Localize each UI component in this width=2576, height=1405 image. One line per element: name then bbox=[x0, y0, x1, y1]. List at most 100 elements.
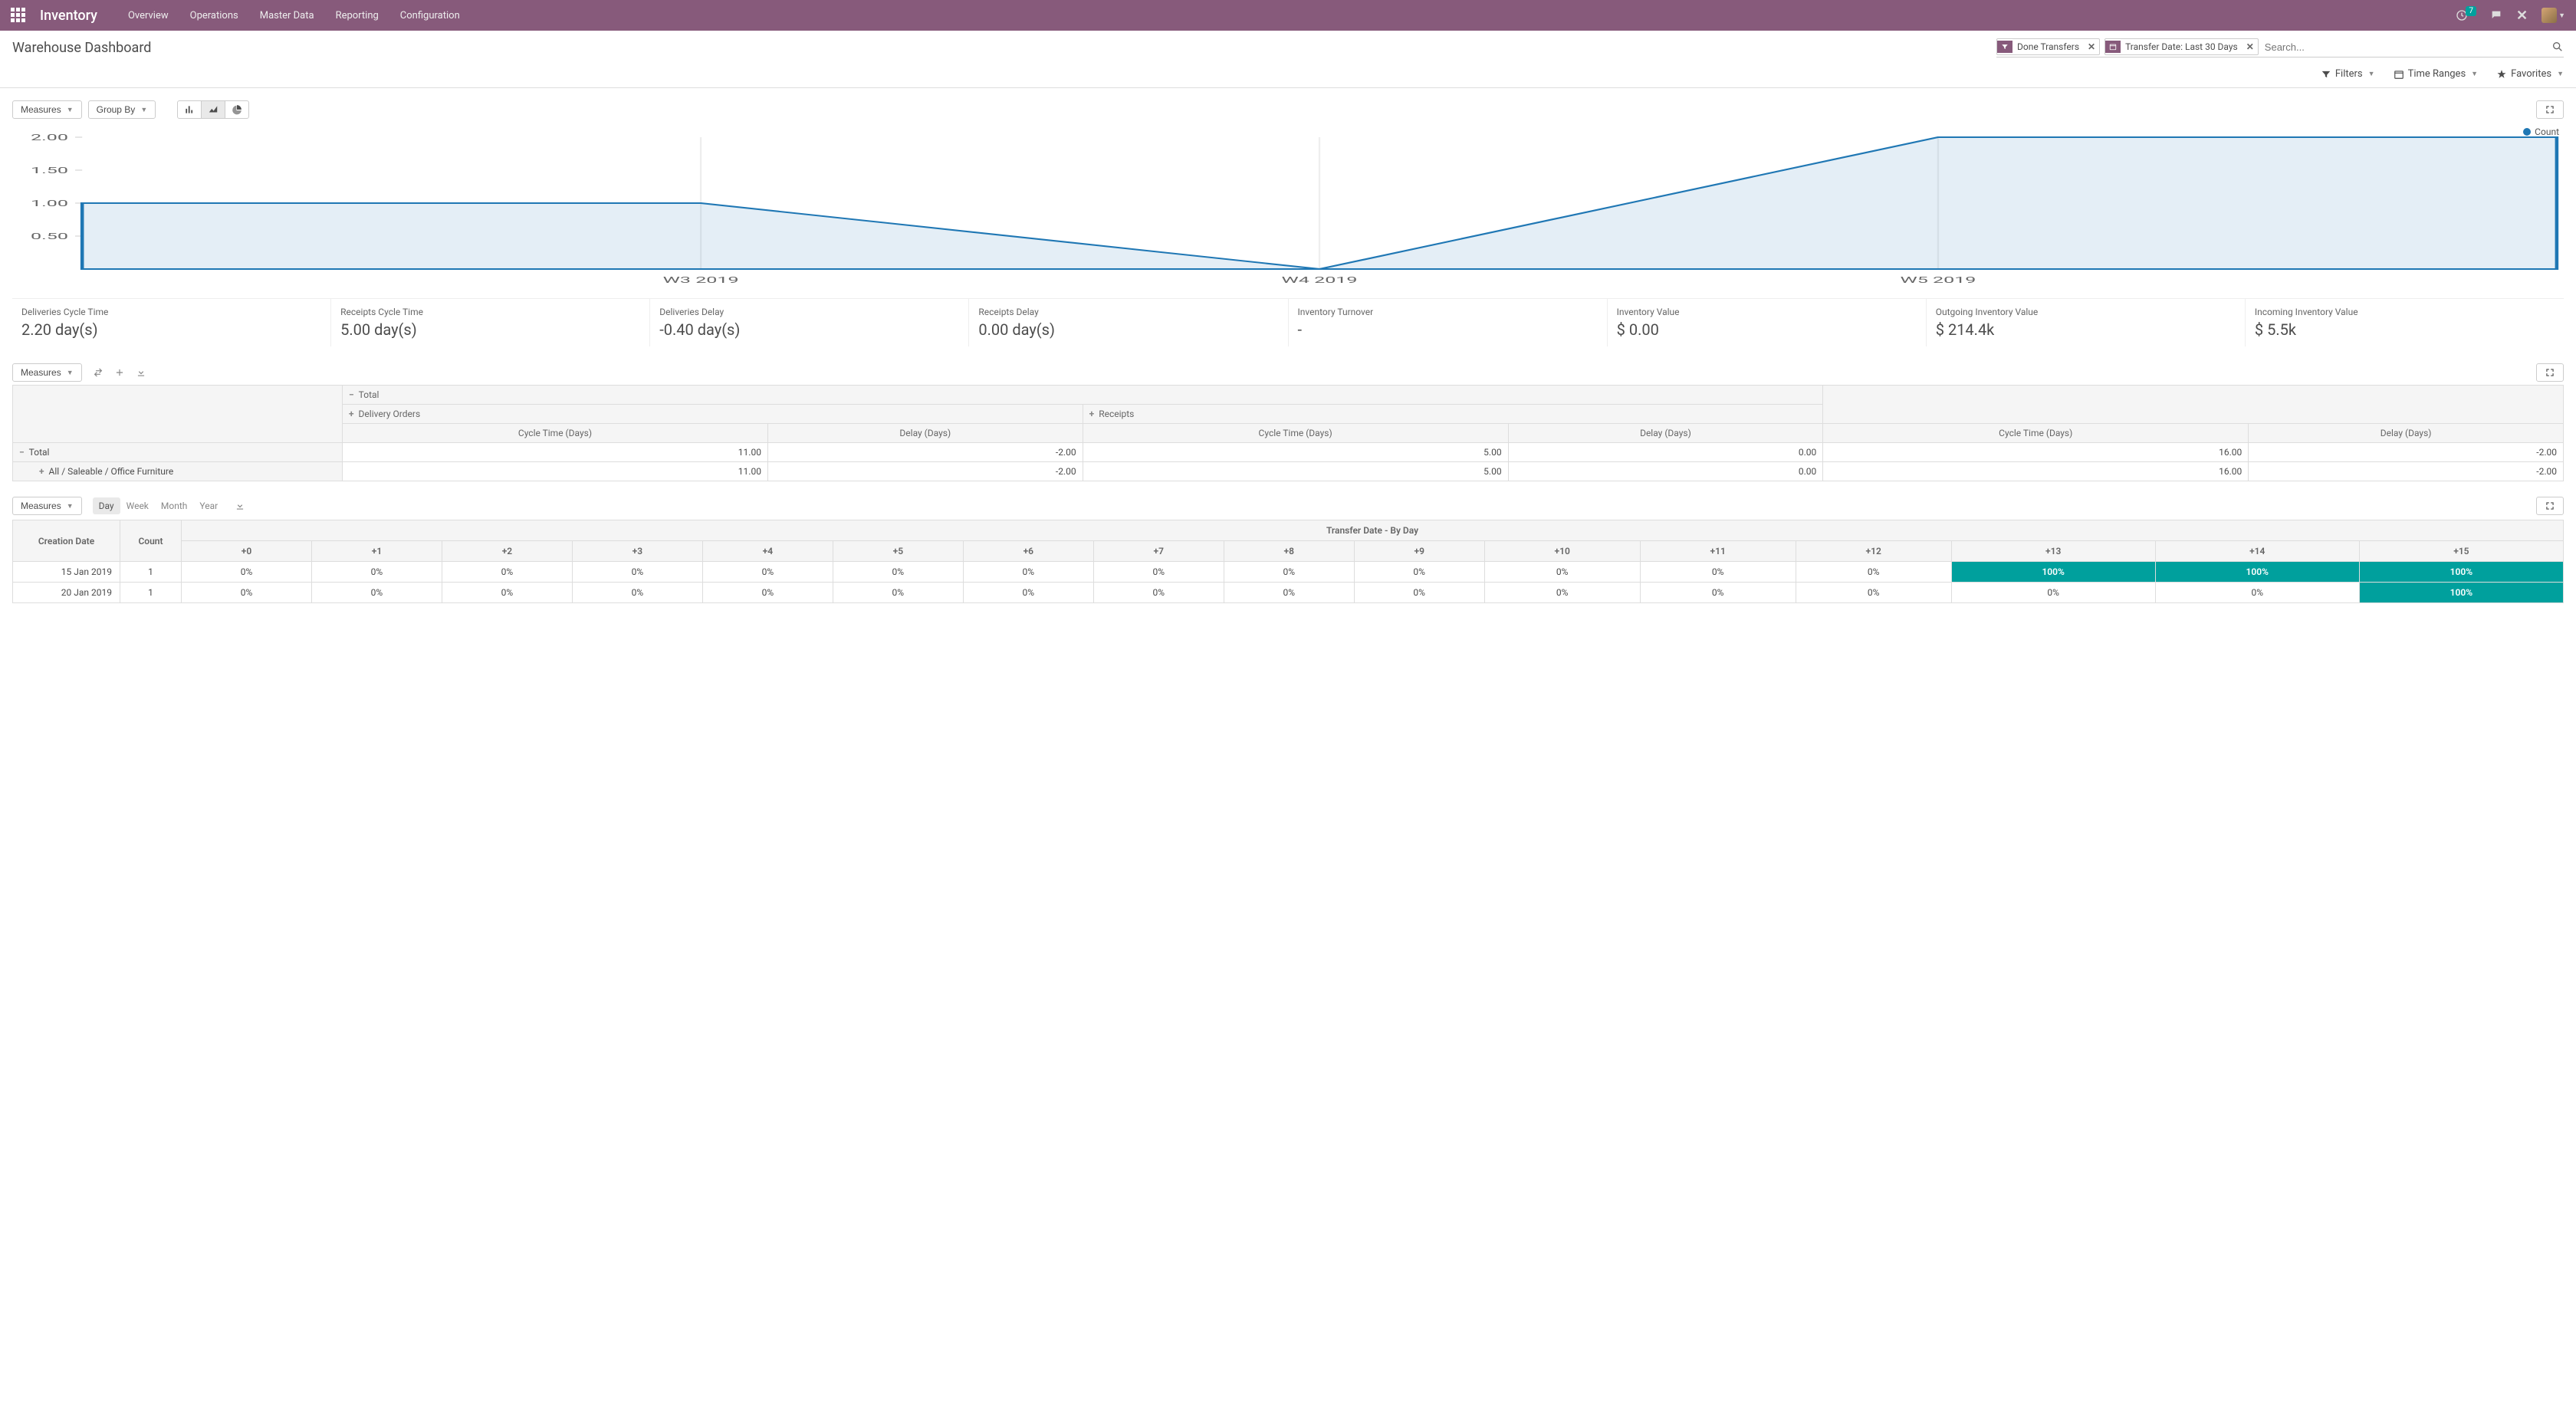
kpi-row: Deliveries Cycle Time 2.20 day(s) Receip… bbox=[12, 298, 2564, 346]
cohort-cell[interactable]: 0% bbox=[442, 562, 572, 583]
cohort-cell[interactable]: 0% bbox=[1093, 562, 1224, 583]
cohort-cell[interactable]: 0% bbox=[182, 562, 312, 583]
cohort-cell[interactable]: 0% bbox=[1354, 562, 1484, 583]
cohort-cell[interactable]: 0% bbox=[1224, 562, 1354, 583]
cohort-cell[interactable]: 0% bbox=[311, 562, 442, 583]
expand-button[interactable] bbox=[2536, 363, 2564, 382]
cohort-cell[interactable]: 0% bbox=[702, 562, 833, 583]
download-button[interactable] bbox=[136, 366, 146, 379]
kpi-card[interactable]: Inventory Turnover - bbox=[1289, 299, 1608, 346]
interval-week[interactable]: Week bbox=[120, 497, 155, 514]
measures-button[interactable]: Measures▼ bbox=[12, 100, 82, 119]
interval-day[interactable]: Day bbox=[93, 497, 120, 514]
brand[interactable]: Inventory bbox=[40, 8, 97, 24]
cohort-cell[interactable]: 0% bbox=[1484, 562, 1640, 583]
cohort-cell[interactable]: 0% bbox=[963, 562, 1093, 583]
line-chart-button[interactable] bbox=[201, 100, 225, 119]
toggle-icon[interactable]: − bbox=[19, 447, 25, 458]
cohort-cell[interactable]: 0% bbox=[963, 583, 1093, 603]
kpi-card[interactable]: Inventory Value $ 0.00 bbox=[1608, 299, 1927, 346]
cohort-cell[interactable]: 100% bbox=[2359, 562, 2563, 583]
page-title: Warehouse Dashboard bbox=[12, 40, 151, 56]
expand-all-button[interactable] bbox=[114, 366, 125, 379]
cohort-cell[interactable]: 0% bbox=[572, 562, 702, 583]
discuss-icon[interactable] bbox=[2490, 9, 2502, 21]
cohort-cell[interactable]: 0% bbox=[1093, 583, 1224, 603]
cohort-cell[interactable]: 0% bbox=[2155, 583, 2359, 603]
kpi-value: 2.20 day(s) bbox=[21, 320, 321, 339]
measures-button[interactable]: Measures▼ bbox=[12, 497, 82, 515]
activity-icon[interactable]: 7 bbox=[2456, 9, 2476, 21]
kpi-value: $ 0.00 bbox=[1617, 320, 1917, 339]
cohort-cell[interactable]: 100% bbox=[2359, 583, 2563, 603]
user-menu[interactable]: ▼ bbox=[2542, 8, 2565, 23]
expand-button[interactable] bbox=[2536, 497, 2564, 515]
expand-icon[interactable]: + bbox=[1089, 409, 1095, 419]
group-by-button[interactable]: Group By▼ bbox=[88, 100, 156, 119]
cohort-cell[interactable]: 0% bbox=[1796, 583, 1951, 603]
interval-month[interactable]: Month bbox=[155, 497, 193, 514]
cohort-cell[interactable]: 0% bbox=[833, 583, 963, 603]
cohort-cell[interactable]: 0% bbox=[1224, 583, 1354, 603]
expand-icon bbox=[2545, 104, 2555, 115]
flip-axis-button[interactable] bbox=[93, 366, 104, 379]
cohort-cell[interactable]: 100% bbox=[2155, 562, 2359, 583]
filters-dropdown[interactable]: Filters▼ bbox=[2321, 68, 2375, 80]
cohort-cell[interactable]: 0% bbox=[1951, 583, 2155, 603]
expand-icon[interactable]: + bbox=[349, 409, 354, 419]
line-chart: 0.501.001.502.00W3 2019W4 2019W5 2019 bbox=[12, 123, 2564, 289]
toggle-icon[interactable]: + bbox=[39, 466, 44, 477]
cohort-cell[interactable]: 0% bbox=[1484, 583, 1640, 603]
kpi-label: Incoming Inventory Value bbox=[2255, 307, 2555, 317]
menu-reporting[interactable]: Reporting bbox=[336, 10, 379, 21]
kpi-label: Receipts Delay bbox=[978, 307, 1278, 317]
search-icon[interactable] bbox=[2551, 41, 2564, 53]
svg-text:W5 2019: W5 2019 bbox=[1900, 275, 1976, 285]
menu-overview[interactable]: Overview bbox=[128, 10, 169, 21]
kpi-card[interactable]: Deliveries Cycle Time 2.20 day(s) bbox=[12, 299, 331, 346]
bar-chart-button[interactable] bbox=[177, 100, 202, 119]
cohort-cell[interactable]: 0% bbox=[702, 583, 833, 603]
favorites-dropdown[interactable]: Favorites▼ bbox=[2496, 68, 2564, 80]
kpi-card[interactable]: Receipts Delay 0.00 day(s) bbox=[969, 299, 1288, 346]
cohort-cell[interactable]: 0% bbox=[1796, 562, 1951, 583]
swap-icon bbox=[93, 367, 104, 378]
cohort-cell[interactable]: 0% bbox=[1640, 583, 1796, 603]
facet-remove[interactable]: ✕ bbox=[2242, 41, 2258, 52]
kpi-card[interactable]: Receipts Cycle Time 5.00 day(s) bbox=[331, 299, 650, 346]
expand-button[interactable] bbox=[2536, 100, 2564, 119]
cohort-cell[interactable]: 0% bbox=[1354, 583, 1484, 603]
cohort-cell[interactable]: 0% bbox=[442, 583, 572, 603]
menu-master-data[interactable]: Master Data bbox=[260, 10, 314, 21]
search-input[interactable] bbox=[2263, 40, 2547, 54]
collapse-icon[interactable]: − bbox=[349, 389, 354, 400]
kpi-label: Inventory Turnover bbox=[1298, 307, 1598, 317]
time-ranges-dropdown[interactable]: Time Ranges▼ bbox=[2394, 68, 2479, 80]
menu-operations[interactable]: Operations bbox=[190, 10, 238, 21]
close-studio-icon[interactable]: ✕ bbox=[2516, 8, 2528, 24]
pie-chart-button[interactable] bbox=[225, 100, 249, 119]
cohort-cell[interactable]: 0% bbox=[1640, 562, 1796, 583]
cohort-cell[interactable]: 0% bbox=[572, 583, 702, 603]
pivot-table: −Total+Delivery Orders+ReceiptsCycle Tim… bbox=[12, 385, 2564, 481]
cohort-table: Creation DateCountTransfer Date - By Day… bbox=[12, 520, 2564, 603]
facet-remove[interactable]: ✕ bbox=[2084, 41, 2099, 52]
kpi-card[interactable]: Outgoing Inventory Value $ 214.4k bbox=[1927, 299, 2246, 346]
kpi-value: $ 214.4k bbox=[1936, 320, 2236, 339]
kpi-card[interactable]: Incoming Inventory Value $ 5.5k bbox=[2246, 299, 2564, 346]
navbar-right: 7 ✕ ▼ bbox=[2456, 8, 2565, 24]
legend-dot-icon bbox=[2523, 128, 2531, 136]
cohort-cell[interactable]: 0% bbox=[311, 583, 442, 603]
interval-year[interactable]: Year bbox=[193, 497, 224, 514]
kpi-card[interactable]: Deliveries Delay -0.40 day(s) bbox=[650, 299, 969, 346]
kpi-label: Deliveries Cycle Time bbox=[21, 307, 321, 317]
cohort-cell[interactable]: 0% bbox=[833, 562, 963, 583]
measures-button[interactable]: Measures▼ bbox=[12, 363, 82, 382]
download-button[interactable] bbox=[235, 500, 245, 512]
menu-configuration[interactable]: Configuration bbox=[400, 10, 460, 21]
star-icon bbox=[2496, 69, 2507, 80]
cohort-cell[interactable]: 0% bbox=[182, 583, 312, 603]
apps-icon[interactable] bbox=[11, 8, 26, 23]
cohort-cell[interactable]: 100% bbox=[1951, 562, 2155, 583]
svg-text:W4 2019: W4 2019 bbox=[1282, 275, 1358, 285]
